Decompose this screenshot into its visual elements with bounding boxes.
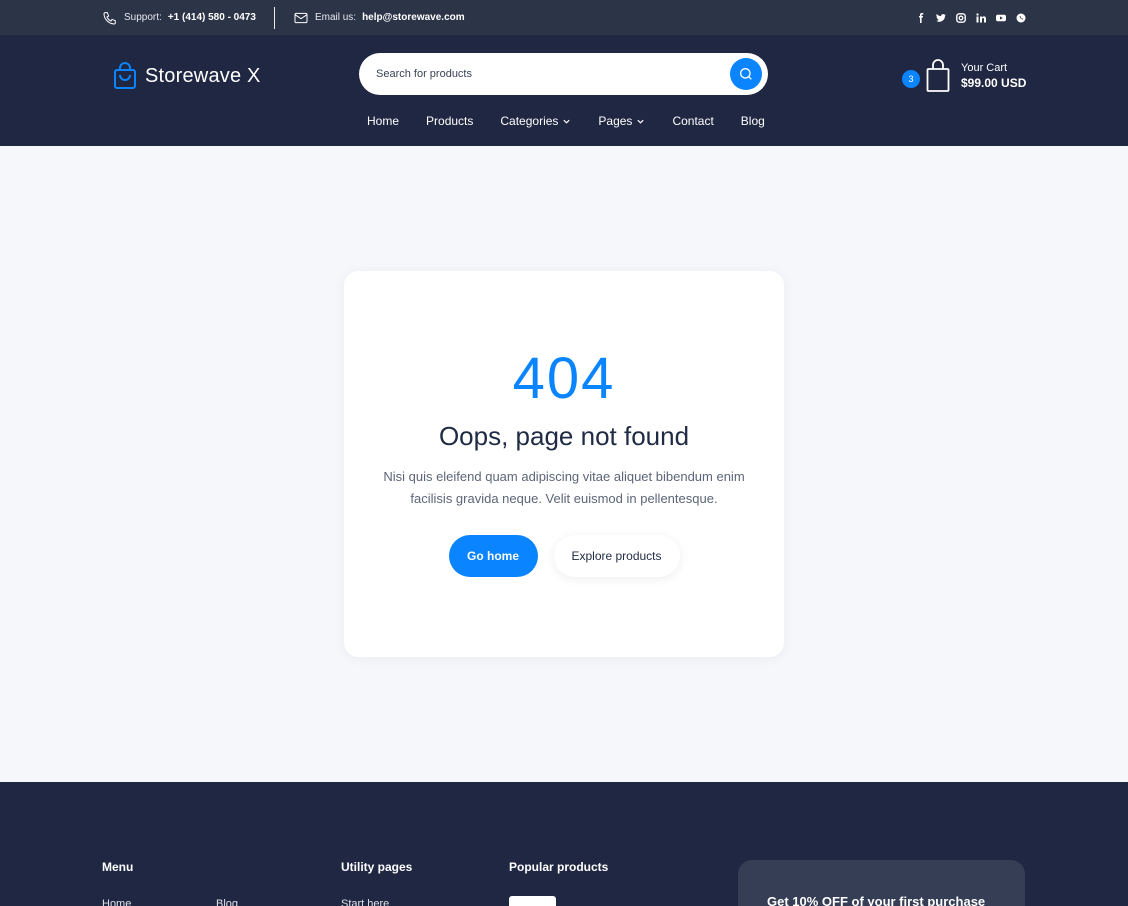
email-info: Email us: help@storewave.com bbox=[293, 10, 465, 26]
footer-menu: Menu Home Blog bbox=[102, 860, 238, 906]
promo-box: Get 10% OFF of your first purchase bbox=[738, 860, 1025, 906]
nav-pages-label: Pages bbox=[598, 114, 633, 128]
support-phone[interactable]: +1 (414) 580 - 0473 bbox=[168, 12, 256, 23]
nav-home[interactable]: Home bbox=[367, 114, 399, 128]
logo-text: Storewave X bbox=[145, 64, 261, 87]
footer-link-start-here[interactable]: Start here bbox=[341, 898, 389, 906]
site-header: Storewave X 3 Your Cart $99.00 USD Home … bbox=[0, 35, 1128, 146]
footer-utility: Utility pages Start here bbox=[341, 860, 412, 906]
mail-icon bbox=[294, 12, 308, 23]
linkedin-icon[interactable] bbox=[976, 12, 986, 23]
whatsapp-icon[interactable] bbox=[1016, 13, 1026, 23]
promo-text: Get 10% OFF of your first purchase bbox=[767, 894, 986, 906]
nav-contact-label: Contact bbox=[672, 114, 714, 128]
social-links bbox=[916, 12, 1026, 23]
nav-blog[interactable]: Blog bbox=[741, 114, 765, 128]
nav-categories-label: Categories bbox=[500, 114, 559, 128]
cart-bag-icon bbox=[926, 59, 950, 92]
support-label: Support: bbox=[124, 12, 162, 23]
nav-products-label: Products bbox=[426, 114, 474, 128]
explore-products-button[interactable]: Explore products bbox=[553, 535, 680, 577]
nav-categories[interactable]: Categories bbox=[500, 114, 571, 128]
cart-widget[interactable]: 3 Your Cart $99.00 USD bbox=[902, 59, 1026, 93]
footer-link-blog[interactable]: Blog bbox=[216, 898, 238, 906]
footer-utility-title: Utility pages bbox=[341, 860, 413, 874]
cart-label: Your Cart bbox=[961, 62, 1008, 74]
support-info: Support: +1 (414) 580 - 0473 bbox=[102, 10, 256, 26]
main-content: 404 Oops, page not found Nisi quis eleif… bbox=[0, 146, 1128, 782]
cart-text: Your Cart $99.00 USD bbox=[961, 61, 1026, 91]
phone-icon bbox=[103, 11, 116, 25]
site-footer: Menu Home Blog Utility pages Start here … bbox=[0, 782, 1128, 906]
nav-home-label: Home bbox=[367, 114, 400, 128]
nav-products[interactable]: Products bbox=[426, 114, 473, 128]
footer-utility-links: Start here bbox=[341, 898, 412, 906]
nav-pages[interactable]: Pages bbox=[598, 114, 645, 128]
chevron-down-icon bbox=[563, 119, 571, 124]
cart-total: $99.00 USD bbox=[961, 76, 1027, 90]
search-bar bbox=[359, 53, 768, 95]
shopping-bag-logo-icon bbox=[114, 62, 136, 89]
footer-link-home[interactable]: Home bbox=[102, 898, 216, 906]
email-label: Email us: bbox=[314, 12, 357, 23]
main-nav: Home Products Categories Pages Contact B… bbox=[367, 114, 765, 128]
nav-blog-label: Blog bbox=[740, 114, 765, 128]
error-description: Nisi quis eleifend quam adipiscing vitae… bbox=[383, 469, 745, 506]
error-title: Oops, page not found bbox=[438, 421, 690, 451]
chevron-down-icon bbox=[637, 119, 645, 124]
footer-menu-links: Home Blog bbox=[102, 898, 238, 906]
popular-product-thumbnail[interactable] bbox=[509, 896, 556, 906]
search-button[interactable] bbox=[730, 58, 762, 90]
youtube-icon[interactable] bbox=[996, 13, 1006, 23]
site-logo[interactable]: Storewave X bbox=[113, 62, 261, 90]
email-address[interactable]: help@storewave.com bbox=[362, 12, 465, 23]
top-bar: Support: +1 (414) 580 - 0473 Email us: h… bbox=[0, 0, 1128, 35]
error-code: 404 bbox=[512, 346, 616, 411]
search-icon bbox=[740, 68, 752, 80]
instagram-icon[interactable] bbox=[956, 12, 966, 23]
footer-menu-title: Menu bbox=[102, 860, 134, 874]
twitter-icon[interactable] bbox=[936, 13, 946, 23]
error-card: 404 Oops, page not found Nisi quis eleif… bbox=[344, 271, 784, 657]
facebook-icon[interactable] bbox=[916, 12, 926, 23]
search-input[interactable] bbox=[376, 68, 730, 80]
footer-popular: Popular products bbox=[509, 860, 608, 906]
go-home-button[interactable]: Go home bbox=[448, 535, 538, 577]
footer-popular-title: Popular products bbox=[509, 860, 609, 874]
error-actions: Go home Explore products bbox=[344, 535, 784, 577]
cart-count-badge: 3 bbox=[902, 69, 920, 88]
topbar-divider bbox=[273, 6, 275, 29]
nav-contact[interactable]: Contact bbox=[672, 114, 713, 128]
